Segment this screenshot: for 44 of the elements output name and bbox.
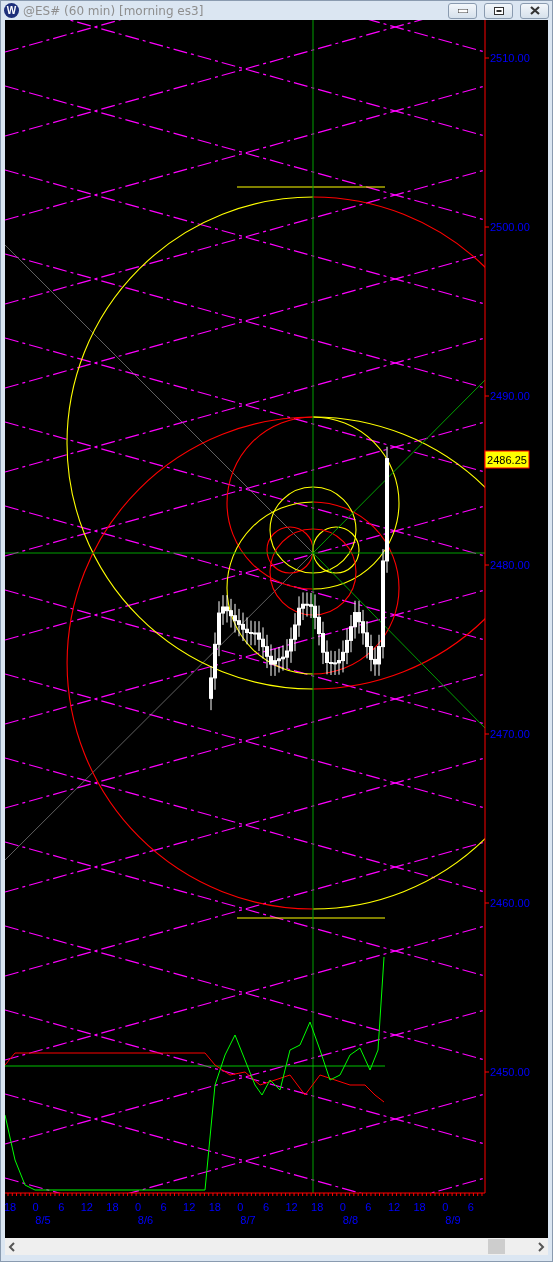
- hour-label: 12: [387, 1201, 401, 1213]
- date-label: 8/7: [240, 1214, 256, 1226]
- hour-label: 0: [442, 1201, 449, 1213]
- hour-label: 12: [285, 1201, 298, 1213]
- minimize-icon: [457, 8, 468, 13]
- hour-label: 12: [183, 1201, 196, 1213]
- date-label: 8/5: [35, 1214, 51, 1226]
- price-label: 2490.00: [490, 390, 530, 402]
- hour-label: 18: [413, 1201, 426, 1213]
- hour-label: 12: [80, 1201, 93, 1213]
- price-label: 2500.00: [490, 221, 530, 233]
- app-logo: W: [4, 3, 19, 18]
- hour-label: 18: [208, 1201, 221, 1213]
- hour-label: 6: [262, 1201, 270, 1213]
- date-label: 8/8: [342, 1214, 359, 1226]
- window-title: @ES# (60 min) [morning es3]: [23, 3, 205, 18]
- price-label: 2510.00: [490, 52, 530, 64]
- horizontal-scrollbar[interactable]: [5, 1238, 548, 1255]
- hour-label: 0: [339, 1201, 346, 1213]
- price-tag: 2486.25: [484, 450, 530, 469]
- chevron-right-icon: [537, 1241, 545, 1252]
- price-label: 2470.00: [490, 728, 530, 740]
- hour-label: 0: [237, 1201, 244, 1213]
- price-label: 2450.00: [490, 1066, 530, 1078]
- hour-label: 6: [365, 1201, 372, 1213]
- maximize-button[interactable]: [484, 2, 513, 19]
- minimize-button[interactable]: [448, 2, 477, 19]
- hour-label: 6: [58, 1201, 65, 1213]
- price-label: 2480.00: [490, 559, 530, 571]
- hour-label: 18: [5, 1201, 17, 1213]
- hour-label: 18: [311, 1201, 324, 1213]
- hour-label: 0: [32, 1201, 39, 1213]
- hour-label: 6: [160, 1201, 167, 1213]
- hour-label: 0: [134, 1201, 142, 1213]
- date-label: 8/9: [445, 1214, 461, 1226]
- maximize-icon: [493, 6, 504, 15]
- date-label: 8/6: [137, 1214, 154, 1226]
- hour-label: 18: [106, 1201, 119, 1213]
- scrollbar-thumb[interactable]: [488, 1239, 505, 1254]
- price-label: 2460.00: [490, 897, 530, 909]
- close-icon: [529, 6, 540, 15]
- hour-label: 6: [467, 1201, 474, 1213]
- chevron-left-icon: [8, 1241, 16, 1252]
- close-button[interactable]: [520, 2, 549, 19]
